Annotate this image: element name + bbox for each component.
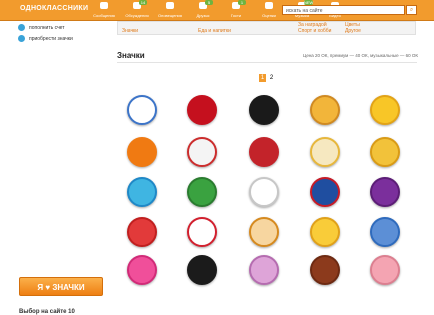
left-sidebar: пополнить счет приобрести значки Я ♥ ЗНА…: [0, 21, 112, 315]
badge-teeth-smile[interactable]: [310, 217, 340, 247]
category-link-active[interactable]: Значки: [122, 28, 138, 34]
sidebar-item-topup[interactable]: пополнить счет: [18, 24, 65, 31]
nav-icon: [100, 2, 108, 9]
badge-champion[interactable]: [249, 95, 279, 125]
sidebar-item-label: пополнить счет: [29, 24, 65, 31]
category-link[interactable]: Другое: [345, 28, 361, 34]
badge-smiley[interactable]: [370, 95, 400, 125]
nav-item[interactable]: Оценки: [257, 0, 281, 20]
badge-pink[interactable]: [127, 255, 157, 285]
badge-hochu[interactable]: [370, 217, 400, 247]
page-2[interactable]: 2: [268, 74, 275, 82]
category-link[interactable]: Еда и напитки: [198, 28, 231, 34]
page-1[interactable]: 1: [259, 74, 266, 82]
notification-badge: 5: [205, 0, 213, 5]
search-icon: ⌕: [409, 7, 414, 13]
top-navigation-bar: ОДНОКЛАССНИКИ Сообщения 14 Обсуждения Опове…: [0, 0, 434, 21]
badge-dynamo[interactable]: [127, 95, 157, 125]
badge-boss[interactable]: [187, 255, 217, 285]
znachki-button[interactable]: Я ♥ ЗНАЧКИ: [19, 277, 103, 296]
badge-teddy[interactable]: [370, 255, 400, 285]
nav-icon: [166, 2, 174, 9]
nav-label: Гости: [230, 13, 242, 18]
nav-icon: [265, 2, 273, 9]
category-links: За наградой Цветы Значки Еда и напитки С…: [117, 21, 416, 35]
nav-item[interactable]: 14 Обсуждения: [125, 0, 149, 20]
price-note: Цена 20 ОК, премиум — 40 ОК, музыкальные…: [302, 53, 418, 58]
badge-crown[interactable]: [187, 95, 217, 125]
badge-red-star[interactable]: [249, 217, 279, 247]
divider: [117, 62, 417, 63]
sidebar-item-label: приобрести значки: [29, 35, 73, 42]
nav-label: Оповещения: [158, 13, 182, 18]
category-link[interactable]: Спорт и хобби: [298, 28, 331, 34]
badge-purple[interactable]: [370, 177, 400, 207]
badge-vip[interactable]: [249, 137, 279, 167]
badge-rings[interactable]: [187, 137, 217, 167]
badge-world[interactable]: [127, 177, 157, 207]
badge-angry-smiley[interactable]: [310, 95, 340, 125]
nav-label: Сообщения: [93, 13, 115, 18]
coin-icon: [18, 24, 25, 31]
sidebar-item-buy-badges[interactable]: приобрести значки: [18, 35, 73, 42]
nav-label: Друзья: [196, 13, 210, 18]
nav-item[interactable]: 5 Друзья: [191, 0, 215, 20]
badge-cup[interactable]: [370, 137, 400, 167]
nav-item[interactable]: 1 Гости: [224, 0, 248, 20]
badge-football[interactable]: [187, 177, 217, 207]
site-logo[interactable]: ОДНОКЛАССНИКИ: [20, 5, 88, 12]
badge-bear[interactable]: [310, 255, 340, 285]
nav-item[interactable]: Сообщения: [92, 0, 116, 20]
notification-badge: 1: [238, 0, 246, 5]
nav-label: Обсуждения: [125, 13, 149, 18]
search-button[interactable]: ⌕: [406, 5, 417, 15]
pagination: 1 2: [259, 74, 275, 82]
sidebar-bottom-text: Выбор на сайте 10: [19, 309, 75, 315]
badge-icon: [18, 35, 25, 42]
badge-russia[interactable]: [310, 177, 340, 207]
nav-item[interactable]: Оповещения: [158, 0, 182, 20]
nav-label: Оценки: [262, 13, 276, 18]
badge-five[interactable]: [249, 177, 279, 207]
badge-love-znachki[interactable]: [127, 137, 157, 167]
search-input[interactable]: искать на сайте: [282, 5, 405, 15]
badge-super-blond[interactable]: [249, 255, 279, 285]
notification-badge: 14: [139, 0, 147, 5]
badge-hand[interactable]: [127, 217, 157, 247]
badge-love-heart[interactable]: [187, 217, 217, 247]
section-title: Значки: [117, 51, 145, 60]
badge-star-ya[interactable]: [310, 137, 340, 167]
